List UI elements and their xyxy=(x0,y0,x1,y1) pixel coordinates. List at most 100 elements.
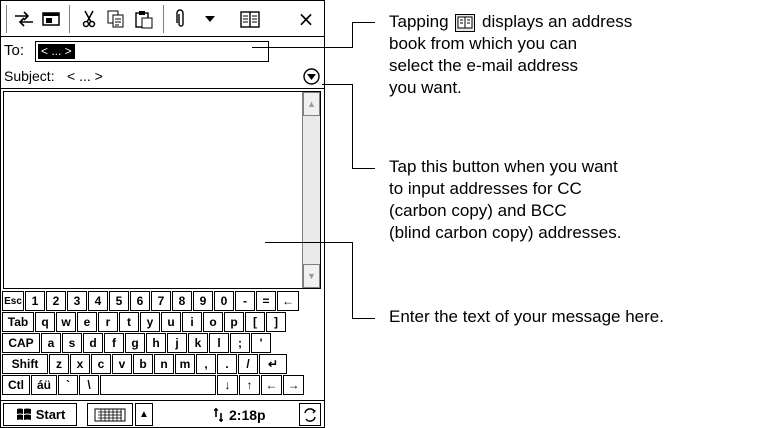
close-icon[interactable]: × xyxy=(294,6,318,32)
key[interactable]: 4 xyxy=(88,291,108,311)
start-button[interactable]: Start xyxy=(3,403,77,426)
key[interactable]: h xyxy=(146,333,166,353)
key-ctrl[interactable]: Ctl xyxy=(2,375,30,395)
key[interactable]: 9 xyxy=(193,291,213,311)
keyboard-row-3: CAP a s d f g h j k l ; ' xyxy=(2,333,272,354)
key-accents[interactable]: áü xyxy=(31,375,57,395)
annotation-line: you want. xyxy=(389,78,462,97)
message-body[interactable]: ▲ ▼ xyxy=(3,91,321,289)
send-icon[interactable] xyxy=(12,6,36,32)
key[interactable]: ; xyxy=(230,333,250,353)
key[interactable]: x xyxy=(70,354,90,374)
attach-icon[interactable] xyxy=(171,6,191,32)
key-enter[interactable]: ↵ xyxy=(259,354,287,374)
key[interactable]: t xyxy=(119,312,139,332)
key[interactable]: / xyxy=(238,354,258,374)
key[interactable]: q xyxy=(35,312,55,332)
key[interactable]: 1 xyxy=(25,291,45,311)
input-method-menu-icon[interactable]: ▲ xyxy=(135,403,153,426)
key[interactable]: u xyxy=(161,312,181,332)
key[interactable]: 7 xyxy=(151,291,171,311)
key[interactable]: \ xyxy=(79,375,99,395)
key[interactable]: 8 xyxy=(172,291,192,311)
key[interactable]: i xyxy=(182,312,202,332)
subject-row: Subject: < ... > xyxy=(1,65,324,89)
key[interactable]: n xyxy=(154,354,174,374)
key-shift[interactable]: Shift xyxy=(2,354,48,374)
key[interactable]: 3 xyxy=(67,291,87,311)
cc-bcc-toggle-icon[interactable] xyxy=(303,68,320,85)
key[interactable]: ] xyxy=(266,312,286,332)
message-body-annotation: Enter the text of your message here. xyxy=(389,307,664,326)
toolbar-grip xyxy=(6,5,8,33)
to-field[interactable]: < ... > xyxy=(35,41,269,62)
view-icon[interactable] xyxy=(39,6,63,32)
subject-field[interactable]: < ... > xyxy=(67,68,103,84)
key[interactable]: 5 xyxy=(109,291,129,311)
key-arrow-down[interactable]: ↓ xyxy=(217,375,238,395)
key[interactable]: r xyxy=(98,312,118,332)
key[interactable]: = xyxy=(256,291,276,311)
clock-area[interactable]: 2:18p xyxy=(211,405,266,425)
annotation-line: Tap this button when you want xyxy=(389,157,618,176)
key[interactable]: a xyxy=(41,333,61,353)
key[interactable]: , xyxy=(196,354,216,374)
key[interactable]: e xyxy=(77,312,97,332)
key[interactable]: 2 xyxy=(46,291,66,311)
callout-line xyxy=(352,168,375,169)
keyboard-row-2: Tab q w e r t y u i o p [ ] xyxy=(2,312,287,333)
compose-toolbar: × xyxy=(1,1,324,37)
cut-icon[interactable] xyxy=(77,6,101,32)
key[interactable]: v xyxy=(112,354,132,374)
address-book-icon xyxy=(455,13,476,32)
annotation-text: Tapping xyxy=(389,12,449,31)
key-arrow-left[interactable]: ← xyxy=(261,375,282,395)
toolbar-separator xyxy=(163,5,165,33)
key[interactable]: 6 xyxy=(130,291,150,311)
key[interactable]: [ xyxy=(245,312,265,332)
to-value: < ... > xyxy=(38,44,75,59)
key[interactable]: p xyxy=(224,312,244,332)
key[interactable]: ` xyxy=(58,375,78,395)
key-esc[interactable]: Esc xyxy=(2,291,24,311)
key[interactable]: b xyxy=(133,354,153,374)
subject-label: Subject: xyxy=(4,68,55,84)
dropdown-icon[interactable] xyxy=(200,6,220,32)
key[interactable]: d xyxy=(83,333,103,353)
key-caps[interactable]: CAP xyxy=(2,333,40,353)
annotation-text: displays an address xyxy=(482,12,633,31)
copy-icon[interactable] xyxy=(104,6,128,32)
key-backspace[interactable]: ← xyxy=(277,291,299,311)
address-book-annotation: Tapping displays an address book from wh… xyxy=(389,11,632,99)
paste-icon[interactable] xyxy=(131,6,157,32)
key[interactable]: z xyxy=(49,354,69,374)
vertical-scrollbar[interactable]: ▲ ▼ xyxy=(302,92,320,288)
key[interactable]: c xyxy=(91,354,111,374)
key[interactable]: l xyxy=(209,333,229,353)
key[interactable]: o xyxy=(203,312,223,332)
key-tab[interactable]: Tab xyxy=(2,312,34,332)
key[interactable]: k xyxy=(188,333,208,353)
input-panel-keyboard-icon[interactable] xyxy=(87,403,133,426)
key[interactable]: g xyxy=(125,333,145,353)
key-space[interactable] xyxy=(100,375,216,395)
key[interactable]: 0 xyxy=(214,291,234,311)
address-book-icon[interactable] xyxy=(238,6,262,32)
key[interactable]: . xyxy=(217,354,237,374)
key[interactable]: f xyxy=(104,333,124,353)
cc-bcc-annotation: Tap this button when you want to input a… xyxy=(389,156,621,244)
annotation-line: (carbon copy) and BCC xyxy=(389,201,567,220)
key-arrow-up[interactable]: ↑ xyxy=(239,375,260,395)
key[interactable]: y xyxy=(140,312,160,332)
scroll-down-icon[interactable]: ▼ xyxy=(303,264,320,288)
key[interactable]: w xyxy=(56,312,76,332)
key[interactable]: j xyxy=(167,333,187,353)
callout-line xyxy=(352,242,353,318)
key[interactable]: s xyxy=(62,333,82,353)
scroll-up-icon[interactable]: ▲ xyxy=(303,92,320,116)
sync-status-icon[interactable] xyxy=(299,403,321,426)
key-arrow-right[interactable]: → xyxy=(283,375,304,395)
key[interactable]: - xyxy=(235,291,255,311)
key[interactable]: m xyxy=(175,354,195,374)
key[interactable]: ' xyxy=(251,333,271,353)
